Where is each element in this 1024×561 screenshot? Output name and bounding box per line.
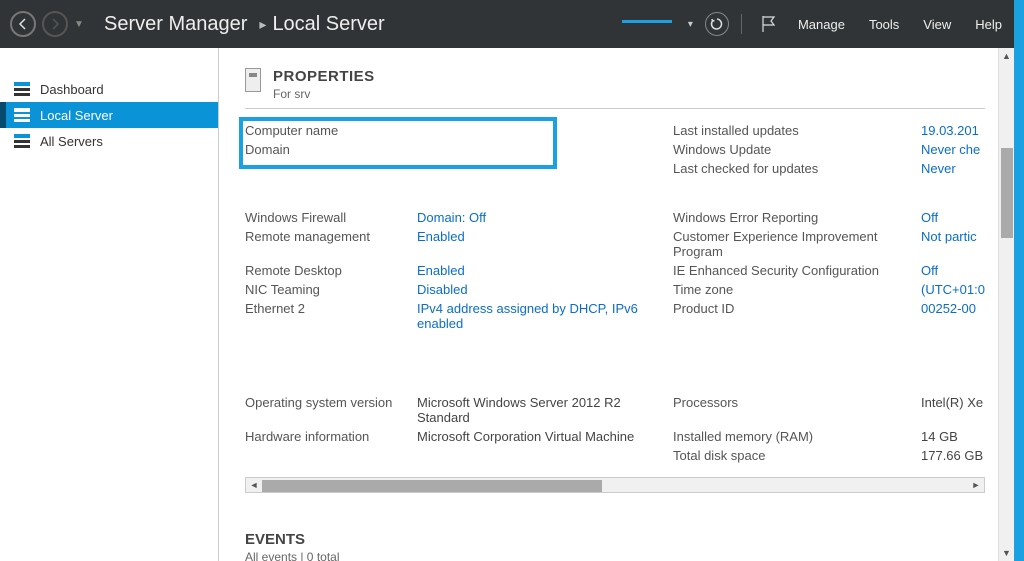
ie-esc-value[interactable]: Off: [921, 263, 985, 278]
notifications-flag-icon[interactable]: [760, 15, 776, 33]
progress-accent: [622, 20, 672, 23]
computer-name-label: Computer name: [245, 123, 417, 138]
hw-value: Microsoft Corporation Virtual Machine: [417, 429, 673, 444]
scroll-left-icon[interactable]: ◄: [246, 478, 262, 492]
os-value: Microsoft Windows Server 2012 R2 Standar…: [417, 395, 673, 425]
remote-mgmt-label: Remote management: [245, 229, 417, 259]
last-checked-label: Last checked for updates: [673, 161, 921, 176]
scroll-down-icon[interactable]: ▼: [999, 545, 1014, 561]
remote-desktop-label: Remote Desktop: [245, 263, 417, 278]
scroll-up-icon[interactable]: ▲: [999, 48, 1014, 64]
ram-value: 14 GB: [921, 429, 985, 444]
scroll-right-icon[interactable]: ►: [968, 478, 984, 492]
events-title: EVENTS: [245, 531, 1014, 548]
breadcrumb-page[interactable]: Local Server: [272, 13, 384, 36]
refresh-icon[interactable]: [705, 12, 729, 36]
properties-title: PROPERTIES: [273, 68, 1014, 85]
all-servers-icon: [14, 134, 30, 148]
scroll-thumb[interactable]: [1001, 148, 1013, 238]
firewall-label: Windows Firewall: [245, 210, 417, 225]
sidebar-item-label: Dashboard: [40, 82, 104, 97]
properties-panel: Computer name Last installed updates 19.…: [245, 108, 985, 503]
last-checked-value[interactable]: Never: [921, 161, 985, 176]
hscroll-thumb[interactable]: [262, 480, 602, 492]
nic-teaming-value[interactable]: Disabled: [417, 282, 673, 297]
forward-button: [42, 11, 68, 37]
properties-subtitle: For srv: [273, 87, 1014, 101]
ceip-label: Customer Experience Improvement Program: [673, 229, 921, 259]
windows-update-value[interactable]: Never che: [921, 142, 985, 157]
sidebar: Dashboard Local Server All Servers: [0, 48, 218, 561]
windows-update-label: Windows Update: [673, 142, 921, 157]
error-reporting-label: Windows Error Reporting: [673, 210, 921, 225]
horizontal-scrollbar[interactable]: ◄ ►: [245, 477, 985, 493]
ethernet-label: Ethernet 2: [245, 301, 417, 331]
os-label: Operating system version: [245, 395, 417, 425]
nic-teaming-label: NIC Teaming: [245, 282, 417, 297]
back-button[interactable]: [10, 11, 36, 37]
hw-label: Hardware information: [245, 429, 417, 444]
ie-esc-label: IE Enhanced Security Configuration: [673, 263, 921, 278]
computer-name-value[interactable]: [417, 123, 673, 138]
window-right-edge: [1014, 0, 1024, 561]
dash-dropdown-icon[interactable]: ▾: [688, 19, 693, 30]
header-bar: ▼ Server Manager ▸ Local Server ▾ Manage…: [0, 0, 1014, 48]
sidebar-item-label: Local Server: [40, 108, 113, 123]
sidebar-item-all-servers[interactable]: All Servers: [0, 128, 218, 154]
proc-value: Intel(R) Xe: [921, 395, 985, 425]
server-icon: [245, 68, 261, 92]
firewall-value[interactable]: Domain: Off: [417, 210, 673, 225]
history-dropdown-icon[interactable]: ▼: [74, 19, 84, 30]
breadcrumb-app[interactable]: Server Manager: [104, 13, 247, 36]
vertical-scrollbar[interactable]: ▲ ▼: [998, 48, 1014, 561]
timezone-value[interactable]: (UTC+01:0: [921, 282, 985, 297]
local-server-icon: [14, 108, 30, 122]
disk-value: 177.66 GB: [921, 448, 985, 463]
sidebar-item-label: All Servers: [40, 134, 103, 149]
header-separator: [741, 14, 742, 34]
remote-desktop-value[interactable]: Enabled: [417, 263, 673, 278]
menu-manage[interactable]: Manage: [798, 17, 845, 32]
product-id-label: Product ID: [673, 301, 921, 331]
timezone-label: Time zone: [673, 282, 921, 297]
error-reporting-value[interactable]: Off: [921, 210, 985, 225]
last-installed-label: Last installed updates: [673, 123, 921, 138]
domain-label: Domain: [245, 142, 417, 157]
sidebar-item-local-server[interactable]: Local Server: [0, 102, 218, 128]
domain-value[interactable]: [417, 142, 673, 157]
sidebar-item-dashboard[interactable]: Dashboard: [0, 76, 218, 102]
main-content: ▲ ▼ PROPERTIES For srv TASKS ▼: [219, 48, 1014, 561]
remote-mgmt-value[interactable]: Enabled: [417, 229, 673, 259]
breadcrumb-separator-icon: ▸: [259, 16, 266, 33]
ram-label: Installed memory (RAM): [673, 429, 921, 444]
events-subtitle: All events | 0 total: [245, 550, 1014, 561]
proc-label: Processors: [673, 395, 921, 425]
menu-tools[interactable]: Tools: [869, 17, 899, 32]
ceip-value[interactable]: Not partic: [921, 229, 985, 259]
menu-view[interactable]: View: [923, 17, 951, 32]
dashboard-icon: [14, 82, 30, 96]
last-installed-value[interactable]: 19.03.201: [921, 123, 985, 138]
disk-label: Total disk space: [673, 448, 921, 463]
product-id-value[interactable]: 00252-00: [921, 301, 985, 331]
menu-help[interactable]: Help: [975, 17, 1002, 32]
ethernet-value[interactable]: IPv4 address assigned by DHCP, IPv6 enab…: [417, 301, 673, 331]
